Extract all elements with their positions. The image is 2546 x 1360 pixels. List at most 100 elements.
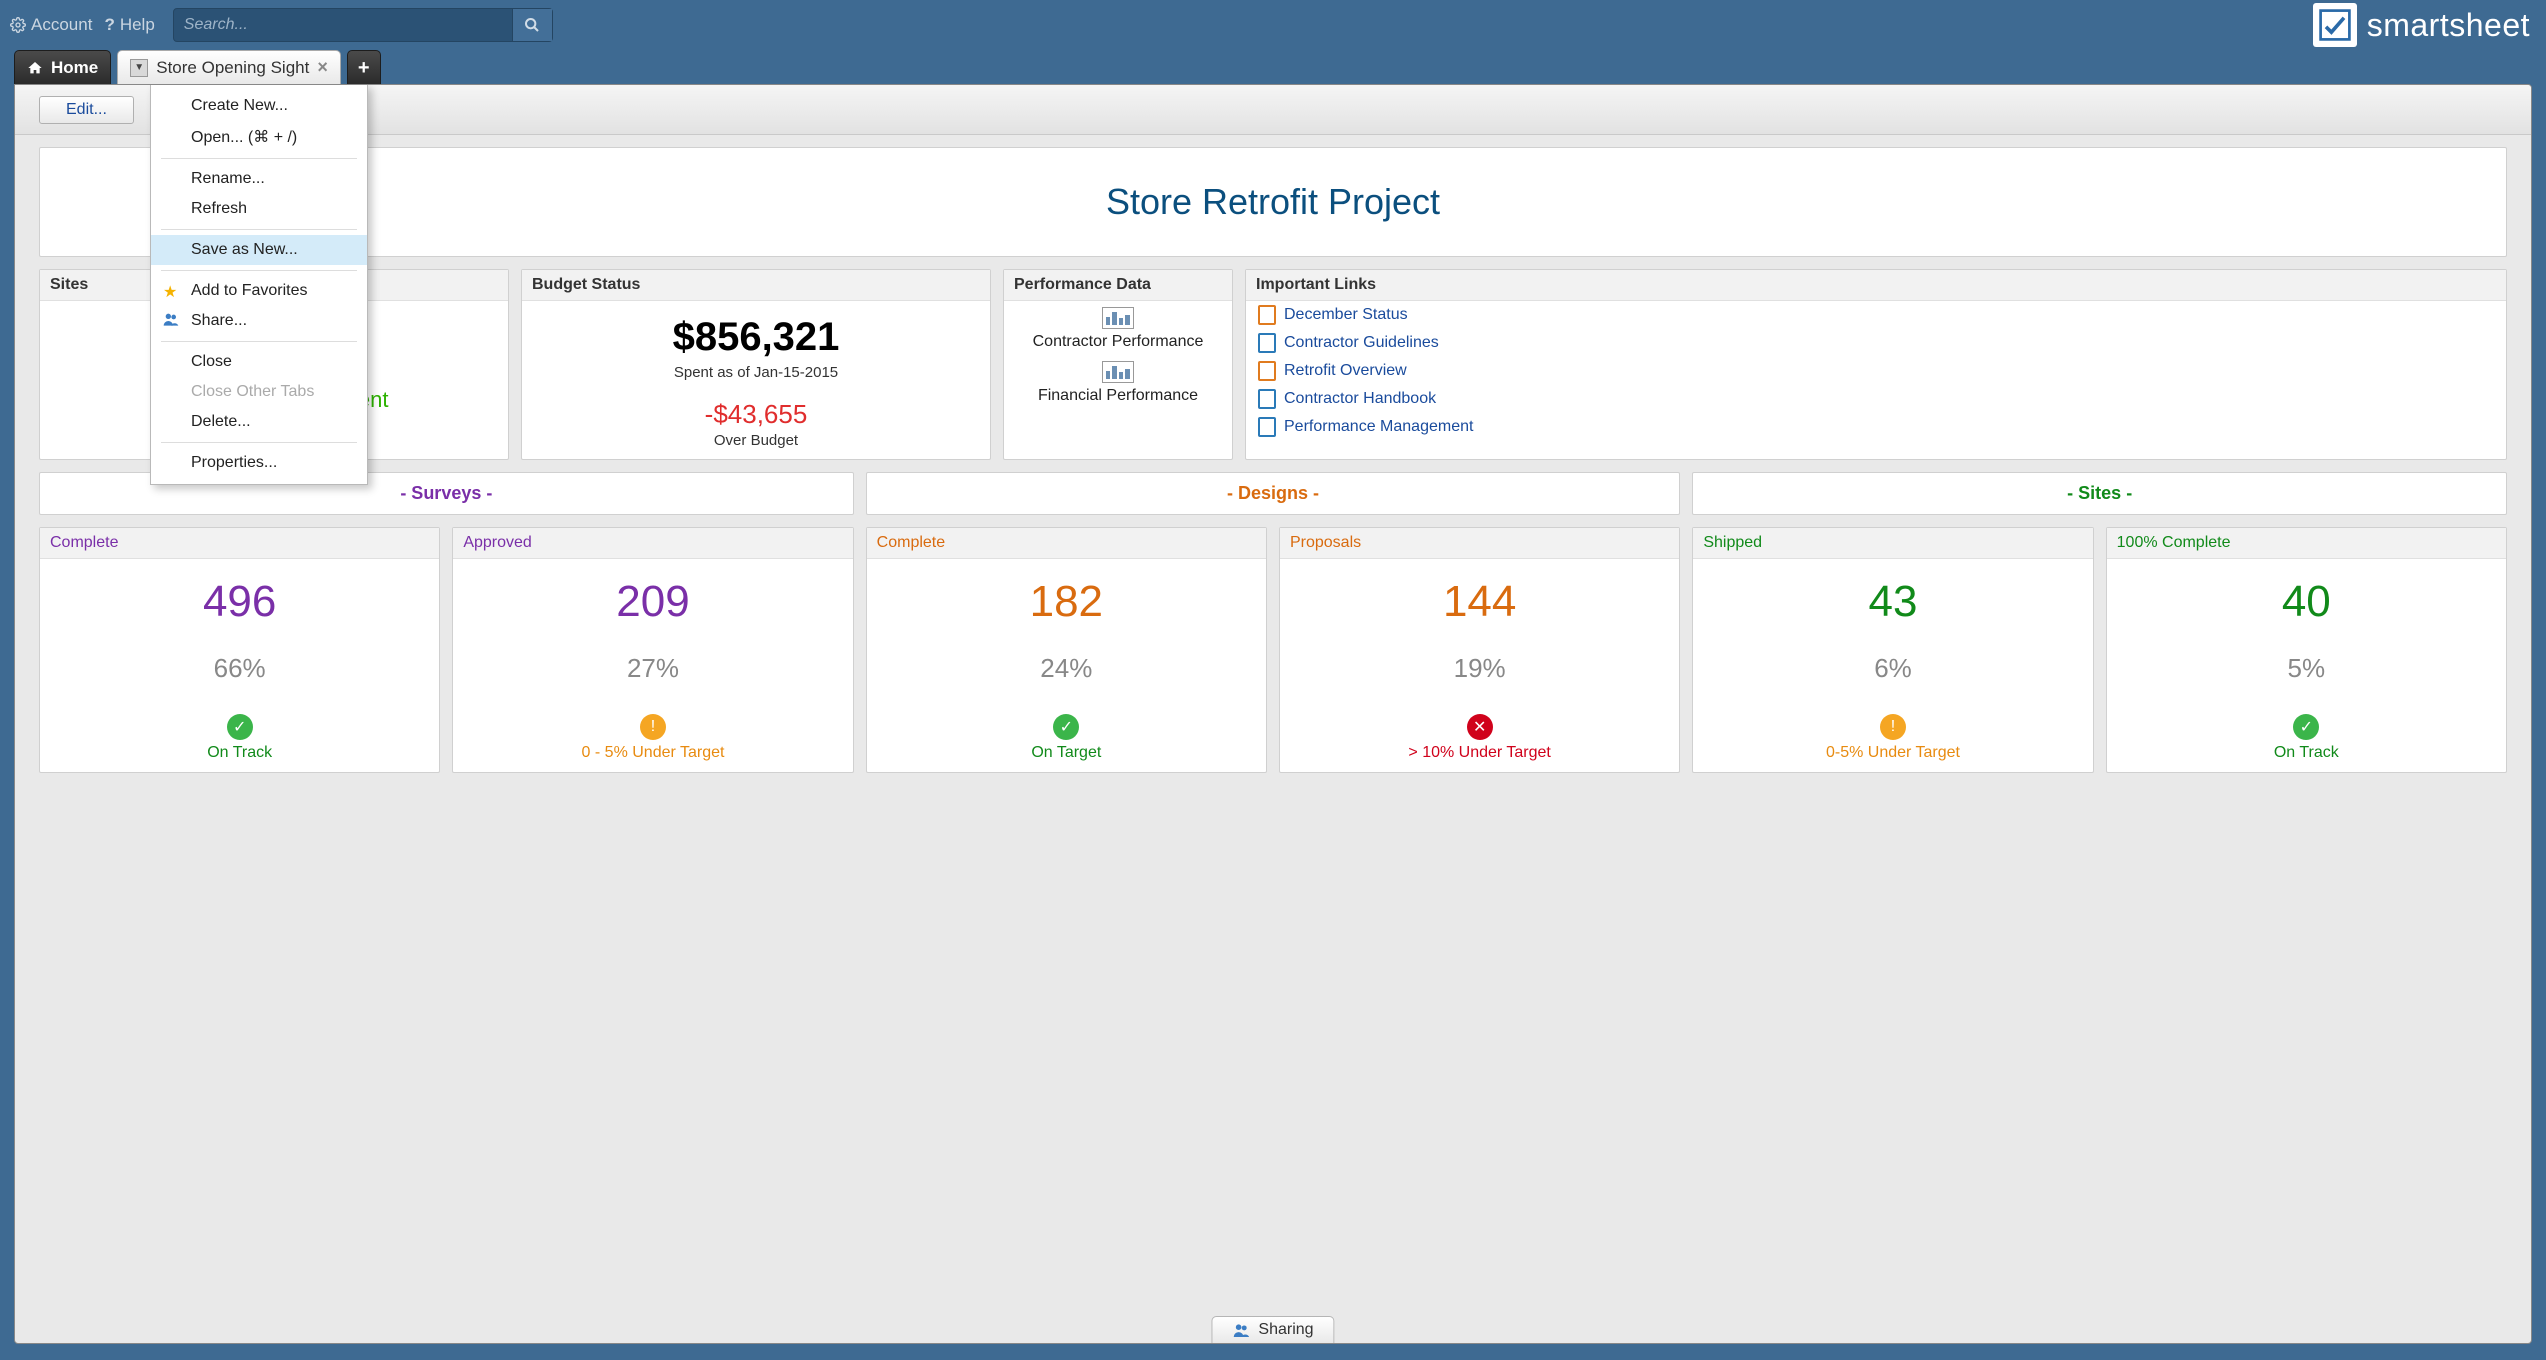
important-link[interactable]: December Status	[1258, 305, 2494, 325]
kpi-status: ✓ On Track	[40, 714, 439, 762]
important-link[interactable]: Performance Management	[1258, 417, 2494, 437]
financial-performance-link[interactable]: Financial Performance	[1038, 361, 1198, 405]
kpi-value: 40	[2107, 577, 2506, 627]
menu-create-new[interactable]: Create New...	[151, 91, 367, 121]
menu-open[interactable]: Open... (⌘ + /)	[151, 121, 367, 153]
section-designs: - Designs -	[866, 472, 1681, 515]
kpi-status-label: 0-5% Under Target	[1693, 744, 2092, 762]
kpi-head: Proposals	[1280, 528, 1679, 559]
kpi-card: Complete 496 66% ✓ On Track	[39, 527, 440, 773]
brand-logo	[2313, 3, 2357, 47]
kpi-value: 43	[1693, 577, 2092, 627]
kpi-status-label: On Track	[2107, 744, 2506, 762]
kpi-card: Proposals 144 19% ✕ > 10% Under Target	[1279, 527, 1680, 773]
menu-save-as-new[interactable]: Save as New...	[151, 235, 367, 265]
menu-rename[interactable]: Rename...	[151, 164, 367, 194]
tab-dropdown-icon[interactable]: ▼	[130, 59, 148, 77]
tab-add[interactable]: +	[347, 50, 381, 84]
kpi-value: 182	[867, 577, 1266, 627]
sharing-label: Sharing	[1258, 1321, 1313, 1339]
kpi-status-label: > 10% Under Target	[1280, 744, 1679, 762]
budget-card: Budget Status $856,321 Spent as of Jan-1…	[521, 269, 991, 460]
contractor-performance-link[interactable]: Contractor Performance	[1033, 307, 1204, 351]
tab-close-icon[interactable]: ×	[317, 57, 328, 78]
menu-share-label: Share...	[191, 312, 247, 329]
important-link-label: December Status	[1284, 306, 1408, 324]
file-icon	[1258, 333, 1276, 353]
sharing-button[interactable]: Sharing	[1211, 1316, 1334, 1343]
kpi-head: Approved	[453, 528, 852, 559]
gear-icon	[10, 17, 26, 33]
menu-share[interactable]: Share...	[151, 306, 367, 336]
budget-over-label: Over Budget	[534, 432, 978, 449]
kpi-head: Shipped	[1693, 528, 2092, 559]
help-label: Help	[120, 15, 155, 35]
kpi-value: 209	[453, 577, 852, 627]
kpi-card: 100% Complete 40 5% ✓ On Track	[2106, 527, 2507, 773]
brand: smartsheet	[2313, 3, 2536, 47]
search-button[interactable]	[512, 9, 552, 41]
menu-delete[interactable]: Delete...	[151, 407, 367, 437]
kpi-card: Shipped 43 6% ! 0-5% Under Target	[1692, 527, 2093, 773]
important-link-label: Performance Management	[1284, 418, 1473, 436]
toolbar: Edit...	[15, 85, 2531, 135]
section-row: - Surveys - - Designs - - Sites -	[39, 472, 2507, 515]
section-designs-label: - Designs -	[867, 473, 1680, 514]
status-badge-icon: ✓	[227, 714, 253, 740]
help-link[interactable]: ? Help	[104, 15, 154, 35]
kpi-status: ✕ > 10% Under Target	[1280, 714, 1679, 762]
people-icon	[1232, 1323, 1250, 1337]
tab-bar: Home ▼ Store Opening Sight × +	[0, 50, 2546, 84]
kpi-status: ✓ On Track	[2107, 714, 2506, 762]
kpi-status-label: 0 - 5% Under Target	[453, 744, 852, 762]
important-link[interactable]: Contractor Handbook	[1258, 389, 2494, 409]
kpi-head: Complete	[867, 528, 1266, 559]
account-link[interactable]: Account	[10, 15, 92, 35]
kpi-percent: 19%	[1280, 653, 1679, 684]
status-badge-icon: ✕	[1467, 714, 1493, 740]
menu-properties[interactable]: Properties...	[151, 448, 367, 478]
kpi-body: 43 6% ! 0-5% Under Target	[1693, 559, 2092, 772]
performance-card-head: Performance Data	[1004, 270, 1232, 301]
performance-card-body: Contractor Performance Financial Perform…	[1004, 301, 1232, 459]
kpi-body: 40 5% ✓ On Track	[2107, 559, 2506, 772]
kpi-percent: 24%	[867, 653, 1266, 684]
file-icon	[1258, 305, 1276, 325]
kpi-body: 182 24% ✓ On Target	[867, 559, 1266, 772]
menu-separator	[161, 158, 357, 159]
tab-home[interactable]: Home	[14, 50, 111, 84]
links-card: Important Links December StatusContracto…	[1245, 269, 2507, 460]
kpi-status: ✓ On Target	[867, 714, 1266, 762]
edit-button[interactable]: Edit...	[39, 96, 134, 124]
kpi-body: 496 66% ✓ On Track	[40, 559, 439, 772]
tab-active-label: Store Opening Sight	[156, 58, 309, 78]
search-input[interactable]	[174, 9, 512, 41]
menu-refresh[interactable]: Refresh	[151, 194, 367, 224]
budget-as-of: Spent as of Jan-15-2015	[534, 364, 978, 381]
file-icon	[1258, 417, 1276, 437]
important-link-label: Contractor Guidelines	[1284, 334, 1439, 352]
budget-amount: $856,321	[534, 315, 978, 360]
menu-add-favorites[interactable]: ★ Add to Favorites	[151, 276, 367, 306]
status-badge-icon: !	[1880, 714, 1906, 740]
menu-close-other: Close Other Tabs	[151, 377, 367, 407]
budget-card-body: $856,321 Spent as of Jan-15-2015 -$43,65…	[522, 301, 990, 459]
status-badge-icon: !	[640, 714, 666, 740]
important-link-label: Retrofit Overview	[1284, 362, 1407, 380]
account-label: Account	[31, 15, 92, 35]
important-link-label: Contractor Handbook	[1284, 390, 1436, 408]
canvas: Store Retrofit Project Sites 74 mproveme…	[15, 135, 2531, 1343]
menu-separator	[161, 229, 357, 230]
kpi-status-label: On Track	[40, 744, 439, 762]
important-link[interactable]: Contractor Guidelines	[1258, 333, 2494, 353]
page-title: Store Retrofit Project	[1106, 181, 1440, 223]
app-frame: Edit... Create New... Open... (⌘ + /) Re…	[14, 84, 2532, 1344]
search-icon	[524, 17, 540, 33]
tab-active[interactable]: ▼ Store Opening Sight ×	[117, 50, 341, 84]
menu-close[interactable]: Close	[151, 347, 367, 377]
status-badge-icon: ✓	[1053, 714, 1079, 740]
file-icon	[1258, 389, 1276, 409]
kpi-value: 496	[40, 577, 439, 627]
important-link[interactable]: Retrofit Overview	[1258, 361, 2494, 381]
budget-card-head: Budget Status	[522, 270, 990, 301]
